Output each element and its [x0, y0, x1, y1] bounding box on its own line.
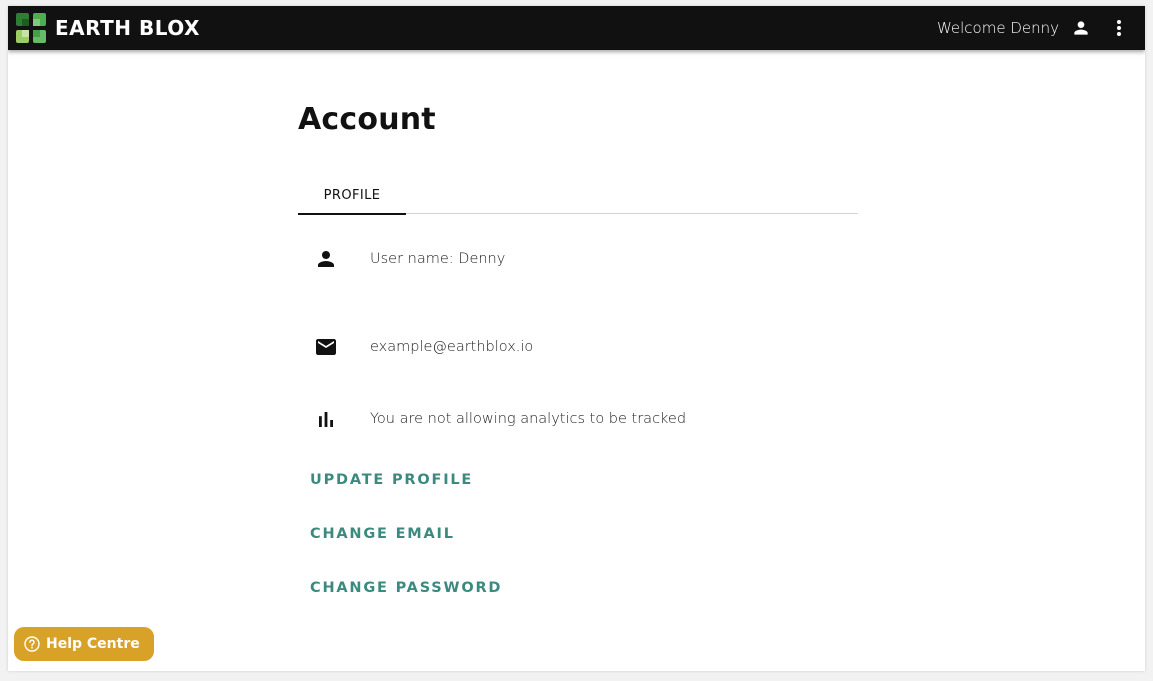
email-row: example@earthblox.io [298, 335, 858, 359]
tab-profile[interactable]: PROFILE [298, 181, 406, 215]
brand-name: EARTH BLOX [55, 16, 200, 40]
email-text: example@earthblox.io [370, 339, 534, 355]
person-icon [318, 251, 334, 267]
top-app-bar: EARTH BLOX Welcome Denny [8, 6, 1145, 50]
more-vert-icon[interactable] [1111, 18, 1127, 38]
change-email-button[interactable]: CHANGE EMAIL [310, 526, 455, 542]
app-window: EARTH BLOX Welcome Denny Account PROFILE… [8, 6, 1145, 671]
update-profile-button[interactable]: UPDATE PROFILE [310, 472, 473, 488]
username-text: User name: Denny [370, 251, 506, 267]
help-centre-button[interactable]: Help Centre [14, 627, 154, 661]
bar-chart-icon [319, 412, 333, 427]
tab-bar: PROFILE [298, 181, 858, 215]
analytics-text: You are not allowing analytics to be tra… [370, 411, 687, 427]
analytics-row: You are not allowing analytics to be tra… [298, 407, 858, 431]
profile-panel: User name: Denny example@earthblox.io Yo… [298, 214, 858, 654]
earth-blox-logo-icon [16, 13, 46, 43]
page-title: Account [298, 102, 436, 137]
change-password-button[interactable]: CHANGE PASSWORD [310, 580, 502, 596]
email-icon [316, 339, 336, 355]
brand-logo[interactable]: EARTH BLOX [16, 12, 200, 44]
help-icon [24, 636, 40, 652]
person-icon[interactable] [1071, 18, 1091, 38]
welcome-message: Welcome Denny [936, 19, 1059, 37]
username-row: User name: Denny [298, 247, 858, 271]
account-content: Account PROFILE User name: Denny example… [298, 58, 858, 654]
help-centre-label: Help Centre [46, 636, 140, 652]
